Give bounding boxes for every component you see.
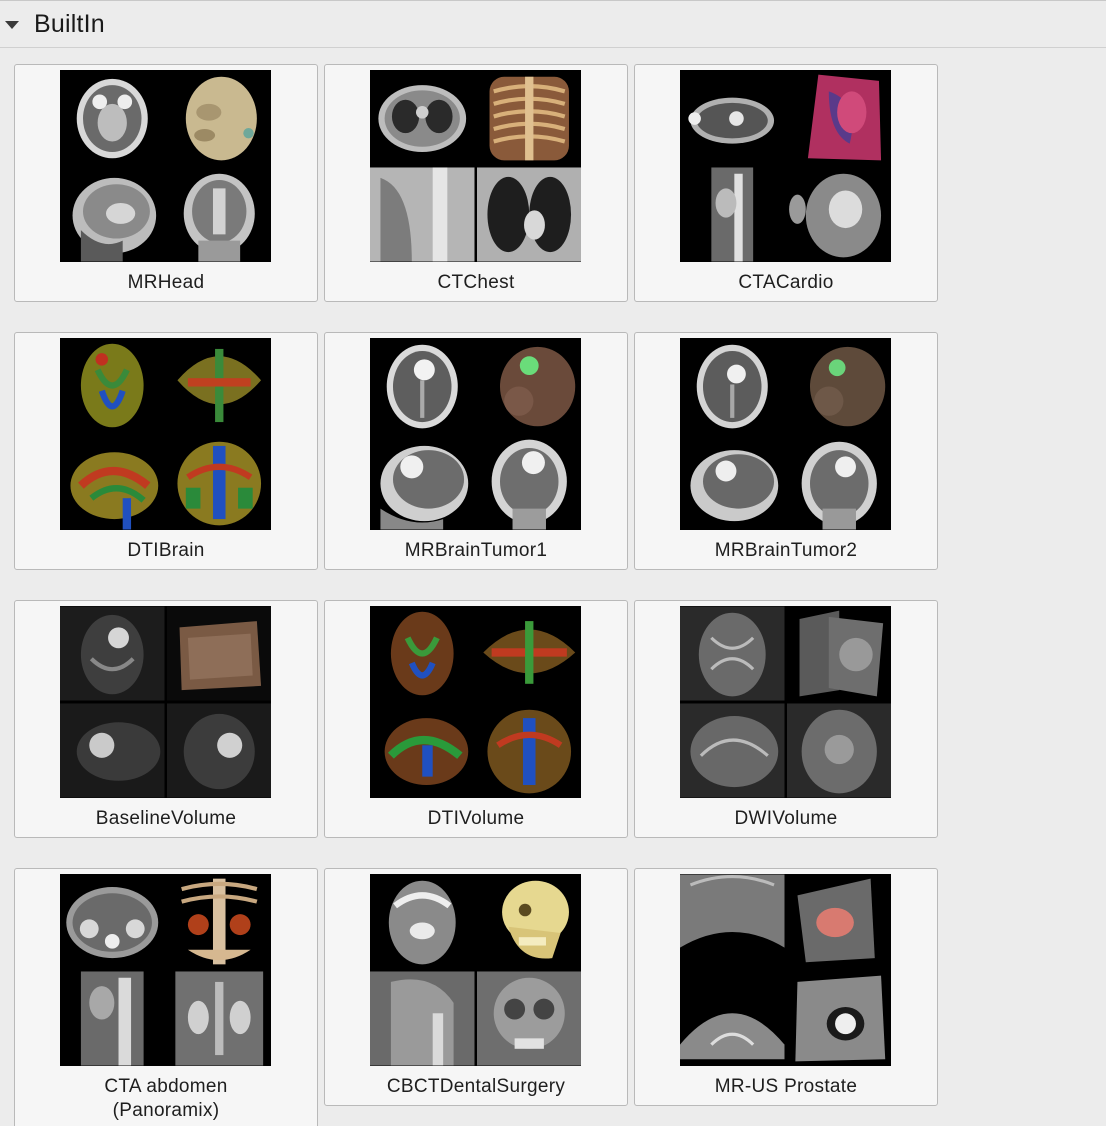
builtin-section-header[interactable]: BuiltIn <box>0 0 1106 48</box>
dataset-card-mr-us-prostate[interactable]: MR-US Prostate <box>634 868 938 1106</box>
dataset-card-ctchest[interactable]: CTChest <box>324 64 628 302</box>
dataset-label: DWIVolume <box>734 808 838 829</box>
dataset-card-mrbraintumor2[interactable]: MRBrainTumor2 <box>634 332 938 570</box>
dataset-label: CTA abdomen (Panoramix) <box>104 1076 228 1121</box>
dataset-thumbnail <box>370 606 581 798</box>
dataset-label: MRHead <box>127 272 205 293</box>
disclosure-triangle-down-icon[interactable] <box>5 21 19 29</box>
dataset-grid: MRHead CTChest CTACardio DTIBrain MRBrai… <box>14 64 938 1126</box>
dataset-label: DTIVolume <box>427 808 525 829</box>
dataset-thumbnail <box>370 70 581 262</box>
dataset-label: DTIBrain <box>127 540 205 561</box>
dataset-thumbnail <box>370 874 581 1066</box>
dataset-thumbnail <box>60 606 271 798</box>
dataset-thumbnail <box>680 606 891 798</box>
dataset-thumbnail <box>60 338 271 530</box>
dataset-thumbnail <box>370 338 581 530</box>
dataset-label: CTACardio <box>738 272 834 293</box>
dataset-card-dtibrain[interactable]: DTIBrain <box>14 332 318 570</box>
dataset-label: CTChest <box>437 272 515 293</box>
dataset-thumbnail <box>60 70 271 262</box>
dataset-card-cbctdentalsurgery[interactable]: CBCTDentalSurgery <box>324 868 628 1106</box>
dataset-card-ctacardio[interactable]: CTACardio <box>634 64 938 302</box>
dataset-label: CBCTDentalSurgery <box>386 1076 566 1097</box>
dataset-card-dtivolume[interactable]: DTIVolume <box>324 600 628 838</box>
dataset-card-mrhead[interactable]: MRHead <box>14 64 318 302</box>
dataset-thumbnail <box>60 874 271 1066</box>
dataset-label: MR-US Prostate <box>714 1076 858 1097</box>
dataset-thumbnail <box>680 874 891 1066</box>
dataset-thumbnail <box>680 338 891 530</box>
dataset-card-cta-abdomen[interactable]: CTA abdomen (Panoramix) <box>14 868 318 1126</box>
dataset-card-dwivolume[interactable]: DWIVolume <box>634 600 938 838</box>
dataset-card-baselinevolume[interactable]: BaselineVolume <box>14 600 318 838</box>
dataset-card-mrbraintumor1[interactable]: MRBrainTumor1 <box>324 332 628 570</box>
section-title: BuiltIn <box>34 10 105 38</box>
dataset-thumbnail <box>680 70 891 262</box>
dataset-label: BaselineVolume <box>95 808 237 829</box>
dataset-label: MRBrainTumor1 <box>404 540 548 561</box>
dataset-label: MRBrainTumor2 <box>714 540 858 561</box>
